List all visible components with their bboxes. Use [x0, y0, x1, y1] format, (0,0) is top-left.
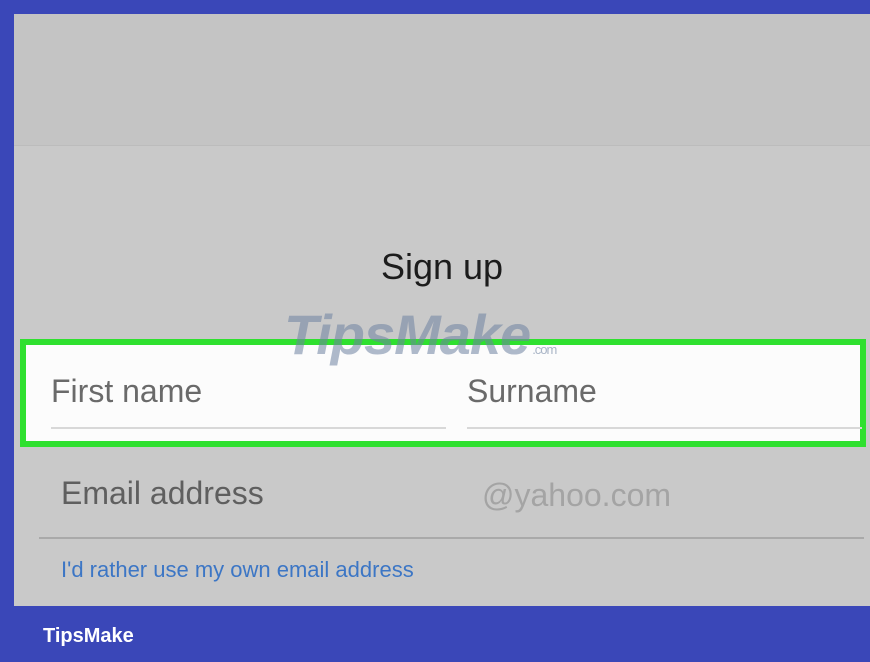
surname-field[interactable]: Surname: [467, 367, 862, 429]
footer-brand: TipsMake: [43, 625, 134, 647]
email-domain-suffix: @yahoo.com: [482, 477, 672, 513]
signup-screen: Sign up First name Surname TipsMake .com …: [14, 14, 870, 606]
use-own-email-link[interactable]: I'd rather use my own email address: [61, 557, 414, 583]
footer-bar: TipsMake: [0, 606, 870, 662]
page-title: Sign up: [380, 246, 504, 287]
name-fields-highlight: First name Surname: [20, 339, 866, 447]
first-name-field[interactable]: First name: [51, 367, 446, 429]
top-bar: [14, 14, 870, 146]
email-placeholder: Email address: [61, 475, 264, 511]
email-field[interactable]: Email address @yahoo.com: [39, 469, 864, 539]
